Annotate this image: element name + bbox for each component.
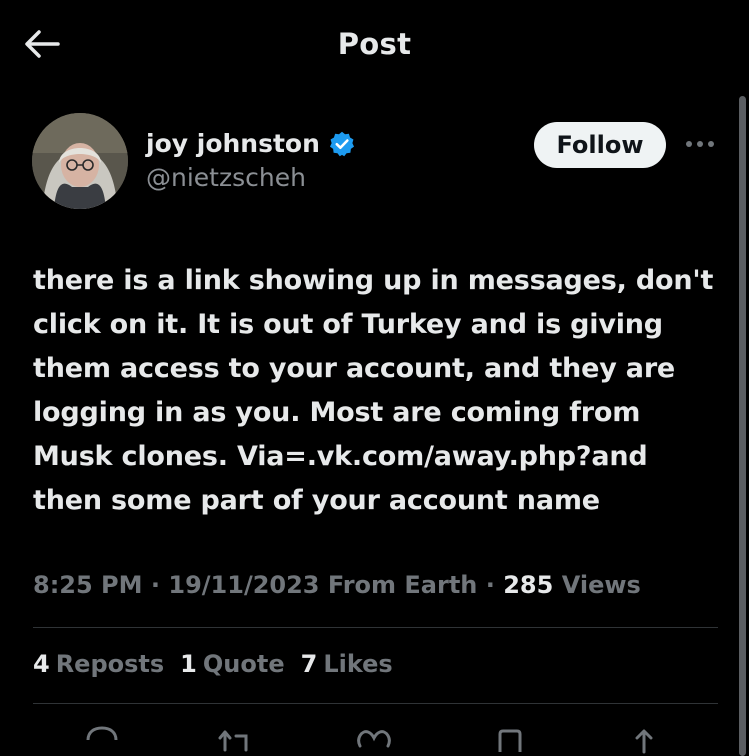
reposts-count: 4 (33, 650, 50, 678)
scrollbar[interactable] (739, 96, 746, 756)
quotes-stat[interactable]: 1 Quote (180, 650, 284, 678)
avatar-image (32, 113, 128, 209)
ellipsis-icon (686, 141, 714, 147)
divider (33, 703, 718, 704)
likes-stat[interactable]: 7 Likes (301, 650, 393, 678)
reposts-label: Reposts (55, 650, 165, 678)
likes-label: Likes (323, 650, 393, 678)
more-options-button[interactable] (684, 132, 716, 156)
bookmark-button[interactable] (490, 724, 530, 754)
reply-icon (86, 726, 118, 741)
post-source: From Earth (327, 571, 478, 599)
author-name-text: joy johnston (146, 129, 320, 158)
post-date[interactable]: 19/11/2023 (168, 571, 319, 599)
like-button[interactable] (354, 724, 394, 754)
likes-count: 7 (300, 650, 318, 678)
divider (33, 627, 718, 628)
author-handle[interactable]: @nietzscheh (146, 163, 306, 192)
share-icon (635, 729, 653, 754)
views-label: Views (561, 571, 641, 599)
quotes-count: 1 (180, 650, 197, 678)
views-count: 285 (503, 571, 554, 599)
verified-badge-icon (329, 131, 354, 156)
like-icon (357, 730, 391, 748)
reposts-stat[interactable]: 4 Reposts (33, 650, 164, 678)
repost-icon (218, 730, 248, 752)
follow-button[interactable]: Follow (534, 122, 666, 168)
post-meta: 8:25 PM · 19/11/2023 From Earth · 285 Vi… (33, 571, 641, 599)
bookmark-icon (498, 729, 522, 752)
share-button[interactable] (624, 724, 664, 754)
post-text: there is a link showing up in messages, … (33, 265, 714, 516)
reply-button[interactable] (82, 724, 122, 754)
action-bar (0, 716, 749, 754)
meta-separator: · (485, 571, 504, 599)
repost-button[interactable] (216, 724, 256, 754)
post-stats: 4 Reposts 1 Quote 7 Likes (33, 650, 393, 678)
post-time[interactable]: 8:25 PM (33, 571, 143, 599)
top-bar: Post (0, 0, 749, 88)
meta-separator: · (150, 571, 169, 599)
author-name[interactable]: joy johnston (146, 129, 356, 158)
quotes-label: Quote (202, 650, 285, 678)
avatar[interactable] (32, 113, 128, 209)
page-title: Post (337, 27, 412, 61)
